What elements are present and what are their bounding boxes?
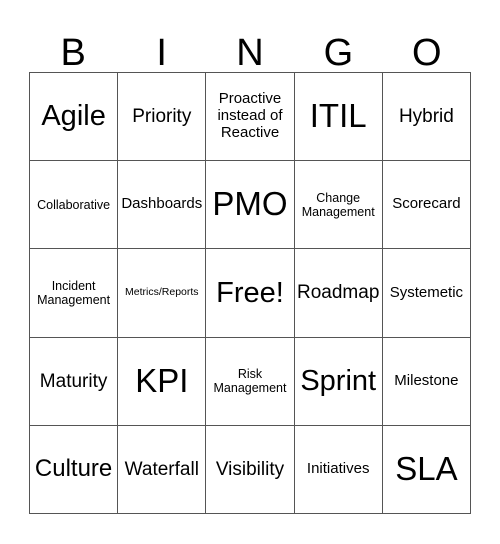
bingo-cell-b2[interactable]: Collaborative: [30, 161, 119, 250]
bingo-cell-label: Hybrid: [398, 105, 454, 127]
bingo-cell-label: Collaborative: [37, 197, 111, 212]
bingo-grid: Agile Priority Proactive instead of Reacti…: [29, 72, 471, 514]
bingo-header: B I N G O: [29, 22, 471, 72]
bingo-cell-label: PMO: [212, 185, 288, 223]
bingo-cell-label: Roadmap: [297, 282, 380, 304]
bingo-cell-o2[interactable]: Scorecard: [382, 161, 471, 250]
bingo-cell-i1[interactable]: Priority: [118, 73, 207, 162]
header-letter-n: N: [236, 32, 264, 74]
header-letter-g: G: [323, 32, 354, 74]
bingo-cell-b4[interactable]: Maturity: [30, 337, 119, 426]
bingo-cell-g2[interactable]: Change Management: [294, 161, 383, 250]
bingo-cell-n5[interactable]: Visibility: [206, 425, 295, 514]
bingo-cell-n2[interactable]: PMO: [206, 161, 295, 250]
bingo-cell-n4[interactable]: Risk Management: [206, 337, 295, 426]
bingo-cell-i3[interactable]: Metrics/Reports: [118, 249, 207, 338]
bingo-cell-i5[interactable]: Waterfall: [118, 425, 207, 514]
bingo-cell-o5[interactable]: SLA: [382, 425, 471, 514]
bingo-cell-label: Sprint: [300, 364, 377, 397]
bingo-cell-o4[interactable]: Milestone: [382, 337, 471, 426]
bingo-cell-label: Waterfall: [124, 458, 199, 480]
bingo-cell-label: Dashboards: [121, 195, 203, 213]
bingo-cell-g3[interactable]: Roadmap: [294, 249, 383, 338]
bingo-cell-label: Scorecard: [392, 195, 461, 213]
header-letter-b: B: [60, 32, 86, 74]
bingo-cell-label: Priority: [132, 105, 192, 127]
bingo-free-space[interactable]: Free!: [206, 249, 295, 338]
bingo-cell-label: Milestone: [394, 371, 459, 389]
bingo-cell-label: Proactive instead of Reactive: [217, 90, 283, 141]
bingo-cell-label: Visibility: [215, 458, 285, 480]
bingo-cell-label: Systemetic: [389, 283, 464, 301]
bingo-cell-label: KPI: [135, 361, 189, 399]
bingo-cell-label: Metrics/Reports: [125, 286, 199, 299]
header-letter-i: I: [156, 32, 167, 74]
bingo-cell-b5[interactable]: Culture: [30, 425, 119, 514]
header-letter-o: O: [412, 32, 442, 74]
bingo-cell-i4[interactable]: KPI: [118, 337, 207, 426]
bingo-cell-n1[interactable]: Proactive instead of Reactive: [206, 73, 295, 162]
bingo-cell-label: Risk Management: [213, 367, 287, 396]
bingo-cell-g4[interactable]: Sprint: [294, 337, 383, 426]
bingo-cell-g1[interactable]: ITIL: [294, 73, 383, 162]
bingo-cell-label: Incident Management: [37, 278, 111, 307]
bingo-cell-label: SLA: [395, 449, 458, 487]
bingo-cell-o3[interactable]: Systemetic: [382, 249, 471, 338]
bingo-cell-o1[interactable]: Hybrid: [382, 73, 471, 162]
bingo-cell-label: Agile: [41, 100, 106, 133]
bingo-cell-b1[interactable]: Agile: [30, 73, 119, 162]
bingo-cell-i2[interactable]: Dashboards: [118, 161, 207, 250]
bingo-cell-label: Initiatives: [306, 459, 370, 477]
bingo-cell-label: Free!: [216, 276, 284, 309]
bingo-cell-g5[interactable]: Initiatives: [294, 425, 383, 514]
bingo-cell-label: Maturity: [39, 370, 108, 392]
bingo-cell-label: Culture: [34, 454, 113, 482]
bingo-cell-label: ITIL: [309, 97, 367, 135]
bingo-card: B I N G O Agile Priority Proactive instead…: [0, 0, 500, 544]
bingo-cell-label: Change Management: [301, 190, 375, 219]
bingo-cell-b3[interactable]: Incident Management: [30, 249, 119, 338]
